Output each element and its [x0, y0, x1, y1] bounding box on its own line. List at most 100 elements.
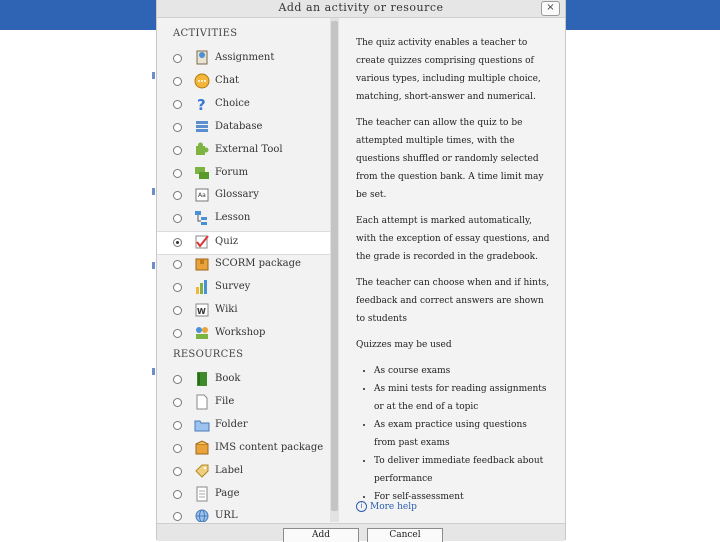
module-option-label: Wiki [215, 303, 238, 315]
module-option-wiki[interactable]: W Wiki [157, 300, 328, 322]
module-radio[interactable] [173, 397, 182, 407]
module-option-label: File [215, 395, 235, 407]
module-option-label: IMS content package [215, 441, 324, 453]
module-option-assignment[interactable]: Assignment [157, 48, 328, 70]
add-activity-dialog: Add an activity or resource × ACTIVITIES… [156, 0, 566, 542]
workshop-icon [194, 325, 210, 341]
module-option-label[interactable]: Label [157, 461, 328, 483]
description-paragraph: The quiz activity enables a teacher to c… [356, 38, 541, 102]
description-paragraph: The teacher can choose when and if hints… [356, 278, 550, 324]
module-radio[interactable] [173, 512, 182, 522]
module-radio[interactable] [173, 122, 182, 132]
module-radio[interactable] [173, 168, 182, 178]
module-option-book[interactable]: Book [157, 369, 328, 391]
svg-text:Aa: Aa [198, 192, 206, 199]
more-help-link[interactable]: i More help [356, 501, 417, 512]
module-option-forum[interactable]: Forum [157, 163, 328, 185]
module-option-page[interactable]: Page [157, 484, 328, 506]
assignment-icon [194, 50, 210, 66]
label-icon [194, 463, 210, 479]
dialog-titlebar: Add an activity or resource × [157, 0, 565, 18]
svg-text:?: ? [197, 96, 206, 112]
background-mark [152, 262, 155, 269]
dialog-footer: Add Cancel [157, 523, 565, 542]
background-header-band-left [0, 0, 160, 30]
module-option-label: Assignment [215, 52, 275, 63]
url-icon [194, 508, 210, 522]
list-scrollbar[interactable] [330, 18, 339, 522]
module-option-quiz[interactable]: Quiz [157, 231, 330, 256]
module-radio[interactable] [173, 375, 182, 384]
background-header-band-right [563, 0, 720, 30]
module-option-label: URL [215, 510, 238, 522]
uses-list-item: As exam practice using questions from pa… [374, 416, 551, 452]
module-option-label: Workshop [215, 326, 266, 338]
module-radio[interactable] [173, 283, 182, 292]
module-radio[interactable] [173, 145, 182, 155]
module-option-label: Chat [215, 74, 240, 86]
close-button[interactable]: × [541, 1, 560, 16]
package-icon [194, 440, 210, 456]
module-option-glossary[interactable]: Aa Glossary [157, 185, 328, 207]
more-help-label: More help [370, 502, 417, 512]
module-option-list[interactable]: ACTIVITIES RESOURCES Assignment Chat? Choi… [157, 18, 330, 522]
survey-icon [194, 279, 210, 295]
module-option-file[interactable]: File [157, 392, 328, 414]
file-icon [194, 394, 210, 410]
module-option-survey[interactable]: Survey [157, 277, 328, 299]
module-option-label: Database [215, 120, 263, 132]
module-radio[interactable] [173, 238, 182, 248]
module-option-external-tool[interactable]: External Tool [157, 140, 328, 162]
module-option-workshop[interactable]: Workshop [157, 323, 328, 345]
module-option-ims-content-package[interactable]: IMS content package [157, 438, 328, 460]
module-option-chat[interactable]: Chat [157, 71, 328, 93]
module-radio[interactable] [173, 305, 182, 315]
quiz-icon [194, 234, 210, 250]
background-mark [152, 188, 155, 195]
resources-heading: RESOURCES [173, 349, 244, 360]
wiki-icon: W [194, 302, 210, 318]
description-paragraph: Quizzes may be used [356, 340, 452, 350]
module-option-label: Forum [215, 166, 249, 178]
uses-list: As course exams As mini tests for readin… [356, 362, 551, 506]
database-icon [194, 119, 210, 135]
svg-text:W: W [197, 307, 206, 316]
choice-icon: ? [194, 96, 210, 114]
module-option-url[interactable]: URL [157, 506, 328, 522]
module-option-label: External Tool [215, 143, 283, 155]
module-option-label: Glossary [215, 189, 259, 201]
module-option-lesson[interactable]: Lesson [157, 208, 328, 230]
module-option-folder[interactable]: Folder [157, 415, 328, 437]
description-paragraph: Each attempt is marked automatically, wi… [356, 216, 550, 262]
module-option-label: Book [215, 373, 241, 384]
module-radio[interactable] [173, 99, 182, 109]
module-radio[interactable] [173, 328, 182, 338]
scrollbar-thumb[interactable] [331, 21, 338, 511]
scorm-icon [194, 256, 210, 272]
page-icon [194, 486, 210, 502]
module-option-database[interactable]: Database [157, 117, 328, 139]
module-option-label: Choice [215, 97, 250, 109]
activities-heading: ACTIVITIES [173, 28, 238, 39]
puzzle-icon [194, 142, 210, 158]
module-radio[interactable] [173, 191, 182, 201]
module-radio[interactable] [173, 214, 182, 224]
uses-list-item: As course exams [374, 362, 551, 380]
module-radio[interactable] [173, 54, 182, 63]
module-option-label: Survey [215, 281, 251, 292]
module-radio[interactable] [173, 420, 182, 430]
module-option-label: Lesson [215, 212, 251, 224]
module-option-scorm-package[interactable]: SCORM package [157, 254, 328, 276]
background-mark [152, 368, 155, 375]
module-option-label: Quiz [215, 236, 239, 248]
lesson-icon [194, 210, 210, 226]
module-radio[interactable] [173, 443, 182, 453]
module-option-label: Page [215, 487, 240, 499]
module-radio[interactable] [173, 76, 182, 86]
module-option-choice[interactable]: ? Choice [157, 94, 328, 116]
module-radio[interactable] [173, 260, 182, 270]
dialog-title: Add an activity or resource [278, 1, 444, 14]
module-radio[interactable] [173, 466, 182, 476]
module-radio[interactable] [173, 489, 182, 499]
book-icon [194, 371, 210, 387]
